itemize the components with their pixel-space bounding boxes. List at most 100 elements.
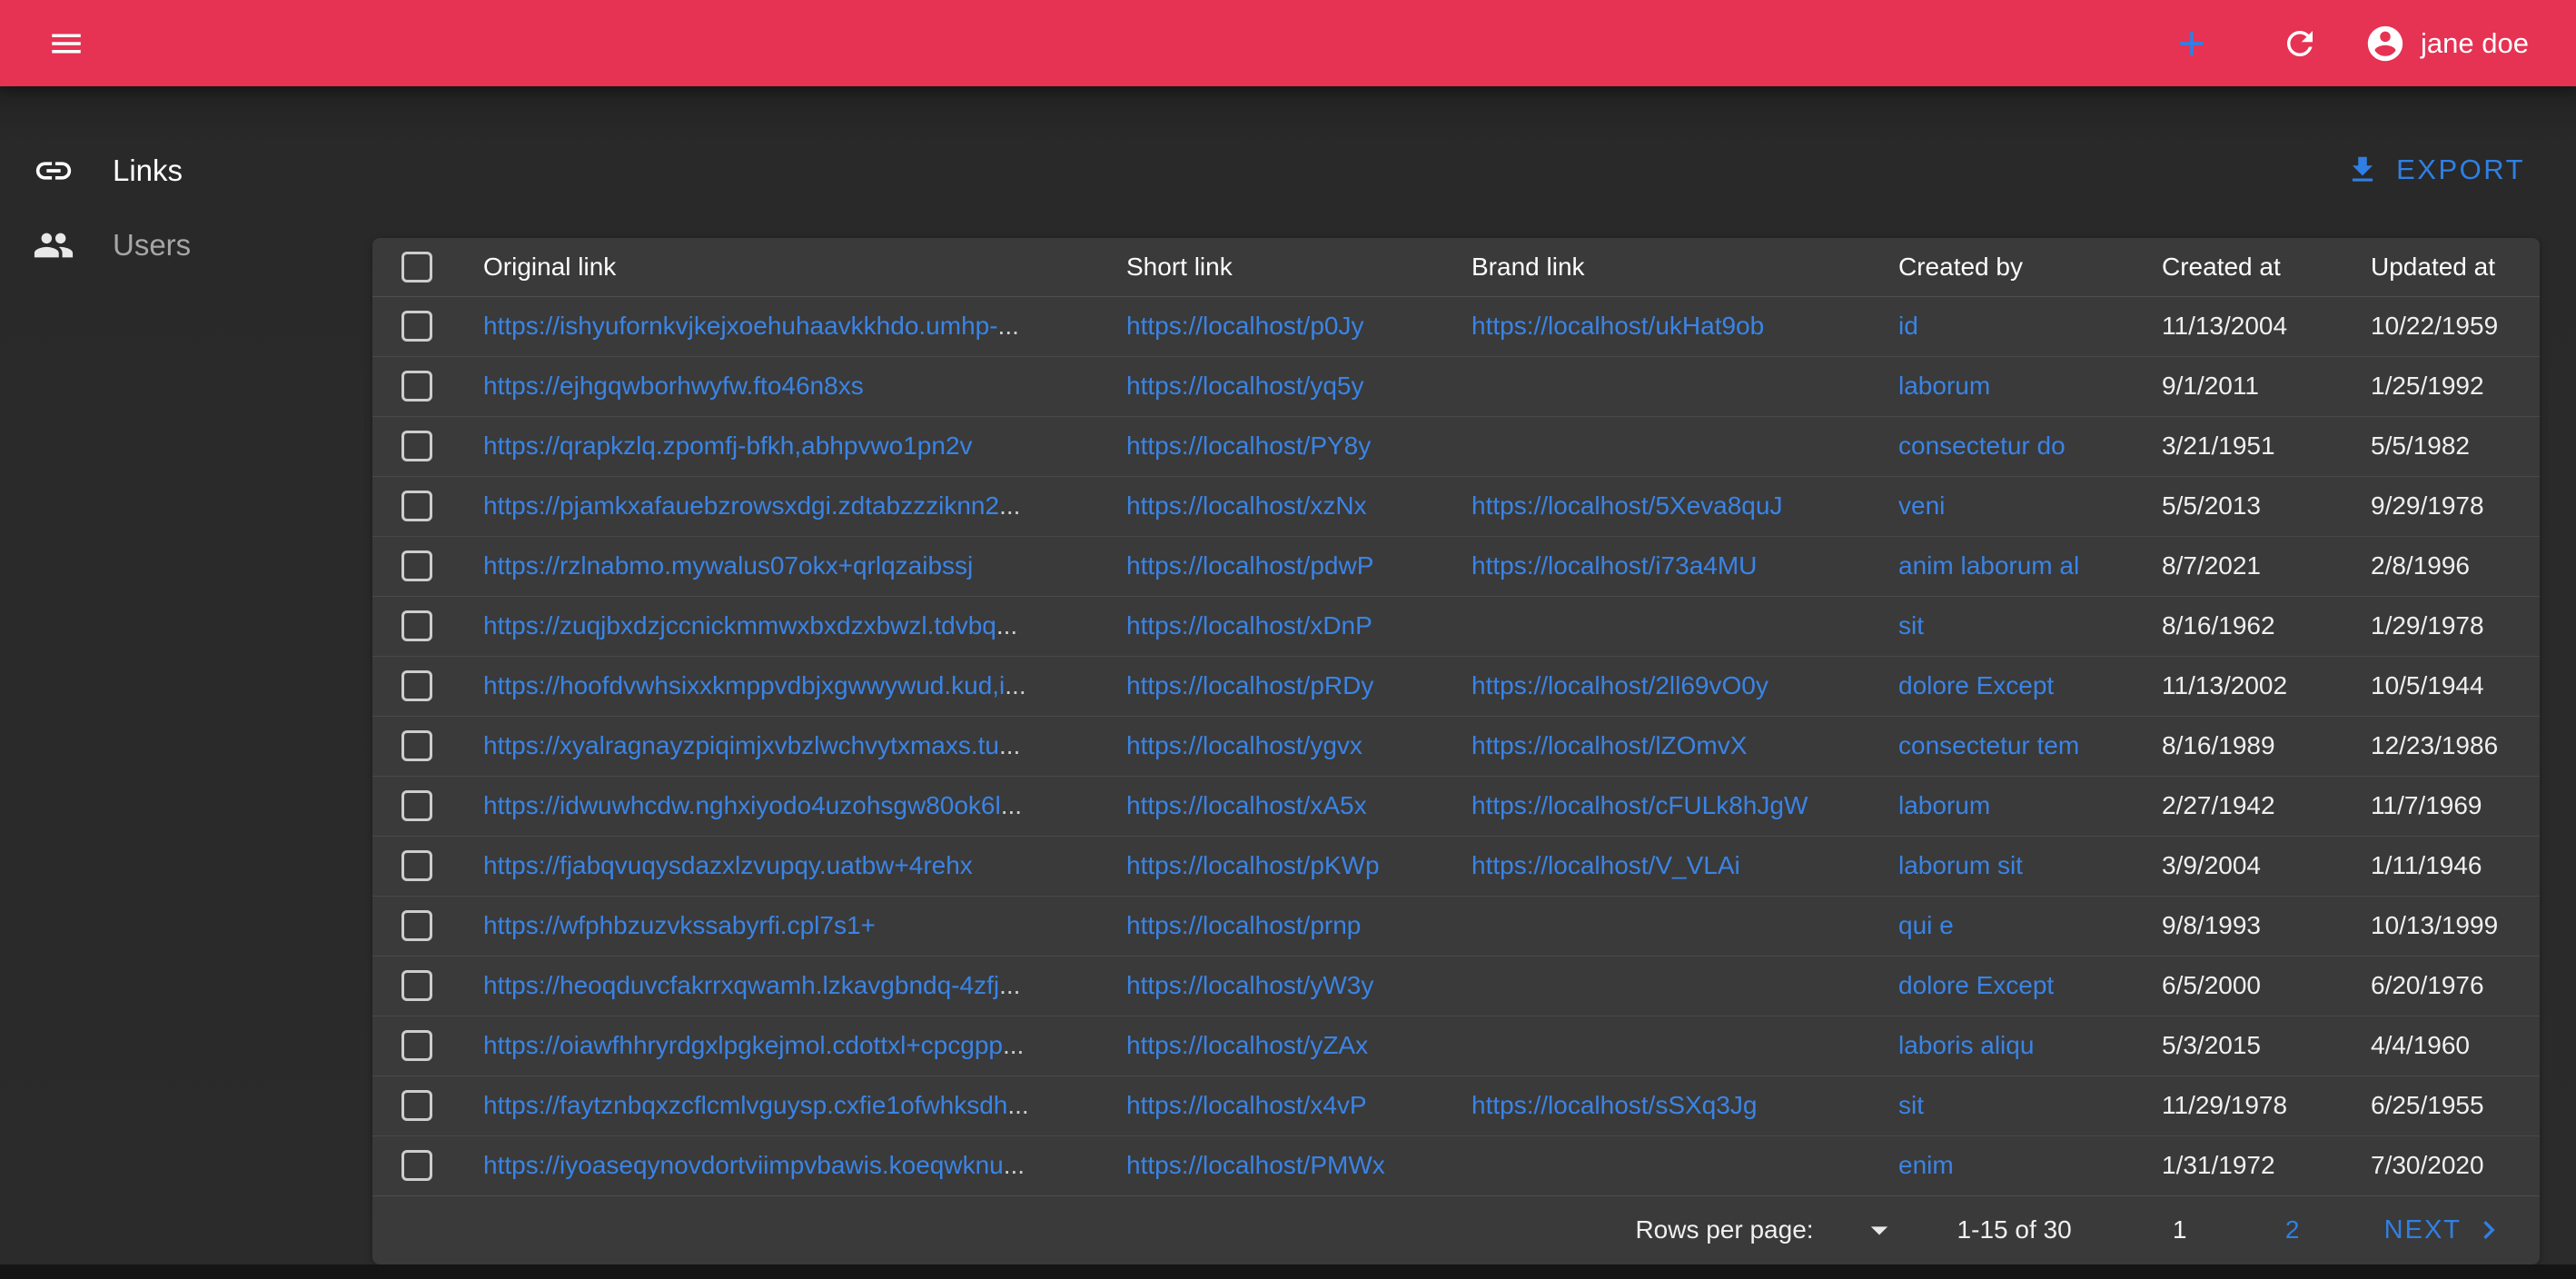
created-by-link[interactable]: enim: [1898, 1151, 1954, 1179]
short-link[interactable]: https://localhost/yZAx: [1126, 1031, 1368, 1059]
original-link[interactable]: https://heoqduvcfakrrxqwamh.lzkavgbndq-4…: [483, 971, 999, 999]
original-link[interactable]: https://xyalragnayzpiqimjxvbzlwchvytxmax…: [483, 731, 999, 759]
original-link[interactable]: https://qrapkzlq.zpomfj-bfkh,abhpvwo1pn2…: [483, 431, 973, 460]
truncation-ellipsis: ...: [1004, 1151, 1025, 1179]
brand-link[interactable]: https://localhost/V_VLAi: [1471, 851, 1740, 879]
sidebar-item-links[interactable]: Links: [0, 134, 372, 208]
short-link[interactable]: https://localhost/xDnP: [1126, 611, 1372, 640]
short-link[interactable]: https://localhost/yW3y: [1126, 971, 1373, 999]
created-at-cell: 11/29/1978: [2162, 1076, 2371, 1135]
created-by-link[interactable]: consectetur tem: [1898, 731, 2079, 759]
original-link[interactable]: https://rzlnabmo.mywalus07okx+qrlqzaibss…: [483, 551, 973, 580]
plus-icon: [2172, 24, 2212, 64]
brand-link[interactable]: https://localhost/cFULk8hJgW: [1471, 791, 1808, 819]
created-by-link[interactable]: qui e: [1898, 911, 1954, 939]
created-by-cell: enim: [1898, 1135, 2162, 1195]
created-at-cell: 9/8/1993: [2162, 896, 2371, 956]
truncation-ellipsis: ...: [996, 611, 1017, 640]
created-by-link[interactable]: id: [1898, 312, 1918, 340]
row-checkbox[interactable]: [401, 910, 432, 941]
row-checkbox[interactable]: [401, 670, 432, 701]
row-checkbox[interactable]: [401, 311, 432, 342]
brand-link[interactable]: https://localhost/ukHat9ob: [1471, 312, 1764, 340]
original-link[interactable]: https://pjamkxafauebzrowsxdgi.zdtabzzzik…: [483, 491, 999, 520]
export-button[interactable]: EXPORT: [2345, 139, 2525, 200]
original-link[interactable]: https://wfphbzuzvkssabyrfi.cpl7s1+: [483, 911, 876, 939]
original-link[interactable]: https://idwuwhcdw.nghxiyodo4uzohsgw80ok6…: [483, 791, 1001, 819]
created-by-cell: sit: [1898, 596, 2162, 656]
created-by-link[interactable]: laborum: [1898, 372, 1990, 400]
original-link[interactable]: https://ishyufornkvjkejxoehuhaavkkhdo.um…: [483, 312, 998, 340]
created-by-link[interactable]: laborum sit: [1898, 851, 2023, 879]
row-checkbox[interactable]: [401, 790, 432, 821]
column-header-updated-at: Updated at: [2371, 238, 2540, 296]
brand-link-cell: https://localhost/2ll69vO0y: [1471, 656, 1898, 716]
created-by-cell: sit: [1898, 1076, 2162, 1135]
hamburger-menu-button[interactable]: [40, 17, 93, 70]
updated-at-cell: 10/22/1959: [2371, 296, 2540, 356]
brand-link[interactable]: https://localhost/2ll69vO0y: [1471, 671, 1769, 699]
updated-at-cell: 4/4/1960: [2371, 1016, 2540, 1076]
original-link[interactable]: https://ejhgqwborhwyfw.fto46n8xs: [483, 372, 864, 400]
created-by-link[interactable]: dolore Except: [1898, 671, 2054, 699]
row-checkbox[interactable]: [401, 610, 432, 641]
select-all-checkbox[interactable]: [401, 252, 432, 283]
created-by-link[interactable]: laborum: [1898, 791, 1990, 819]
page-button-2[interactable]: 2: [2272, 1215, 2313, 1244]
short-link[interactable]: https://localhost/prnp: [1126, 911, 1361, 939]
created-by-link[interactable]: sit: [1898, 611, 1924, 640]
row-checkbox[interactable]: [401, 1090, 432, 1121]
original-link[interactable]: https://iyoaseqynovdortviimpvbawis.koeqw…: [483, 1151, 1004, 1179]
updated-at-cell: 6/20/1976: [2371, 956, 2540, 1016]
row-checkbox[interactable]: [401, 730, 432, 761]
brand-link-cell: [1471, 416, 1898, 476]
short-link[interactable]: https://localhost/PMWx: [1126, 1151, 1385, 1179]
created-by-cell: anim laborum al: [1898, 536, 2162, 596]
original-link[interactable]: https://zuqjbxdzjccnickmmwxbxdzxbwzl.tdv…: [483, 611, 996, 640]
row-checkbox[interactable]: [401, 970, 432, 1001]
created-by-link[interactable]: sit: [1898, 1091, 1924, 1119]
row-checkbox[interactable]: [401, 850, 432, 881]
created-by-link[interactable]: anim laborum al: [1898, 551, 2079, 580]
brand-link[interactable]: https://localhost/i73a4MU: [1471, 551, 1757, 580]
original-link[interactable]: https://hoofdvwhsixxkmppvdbjxgwwywud.kud…: [483, 671, 1005, 699]
short-link[interactable]: https://localhost/pRDy: [1126, 671, 1373, 699]
short-link[interactable]: https://localhost/x4vP: [1126, 1091, 1367, 1119]
short-link[interactable]: https://localhost/ygvx: [1126, 731, 1362, 759]
original-link[interactable]: https://fjabqvuqysdazxlzvupqy.uatbw+4reh…: [483, 851, 973, 879]
sidebar-item-users[interactable]: Users: [0, 208, 372, 283]
refresh-button[interactable]: [2274, 17, 2326, 70]
created-by-link[interactable]: dolore Except: [1898, 971, 2054, 999]
created-by-link[interactable]: veni: [1898, 491, 1945, 520]
brand-link[interactable]: https://localhost/5Xeva8quJ: [1471, 491, 1782, 520]
original-link[interactable]: https://faytznbqxzcflcmlvguysp.cxfie1ofw…: [483, 1091, 1007, 1119]
add-link-button[interactable]: [2165, 16, 2219, 71]
short-link[interactable]: https://localhost/yq5y: [1126, 372, 1363, 400]
row-checkbox[interactable]: [401, 431, 432, 461]
row-checkbox[interactable]: [401, 550, 432, 581]
short-link-cell: https://localhost/xDnP: [1126, 596, 1471, 656]
row-checkbox[interactable]: [401, 491, 432, 521]
updated-at-cell: 7/30/2020: [2371, 1135, 2540, 1195]
row-checkbox[interactable]: [401, 1150, 432, 1181]
row-checkbox[interactable]: [401, 1030, 432, 1061]
row-checkbox[interactable]: [401, 371, 432, 402]
short-link-cell: https://localhost/pKWp: [1126, 836, 1471, 896]
created-by-link[interactable]: laboris aliqu: [1898, 1031, 2034, 1059]
next-page-button[interactable]: NEXT: [2384, 1212, 2507, 1248]
created-by-link[interactable]: consectetur do: [1898, 431, 2066, 460]
short-link[interactable]: https://localhost/p0Jy: [1126, 312, 1363, 340]
short-link[interactable]: https://localhost/PY8y: [1126, 431, 1371, 460]
short-link[interactable]: https://localhost/xzNx: [1126, 491, 1367, 520]
original-link[interactable]: https://oiawfhhryrdgxlpgkejmol.cdottxl+c…: [483, 1031, 1003, 1059]
rows-per-page-select[interactable]: [1859, 1210, 1899, 1250]
brand-link[interactable]: https://localhost/sSXq3Jg: [1471, 1091, 1757, 1119]
brand-link[interactable]: https://localhost/lZOmvX: [1471, 731, 1747, 759]
page-button-1[interactable]: 1: [2159, 1215, 2201, 1244]
short-link[interactable]: https://localhost/pKWp: [1126, 851, 1380, 879]
table-row: https://rzlnabmo.mywalus07okx+qrlqzaibss…: [372, 536, 2540, 596]
short-link[interactable]: https://localhost/pdwP: [1126, 551, 1373, 580]
short-link[interactable]: https://localhost/xA5x: [1126, 791, 1367, 819]
short-link-cell: https://localhost/yZAx: [1126, 1016, 1471, 1076]
user-menu[interactable]: jane doe: [2364, 23, 2529, 64]
